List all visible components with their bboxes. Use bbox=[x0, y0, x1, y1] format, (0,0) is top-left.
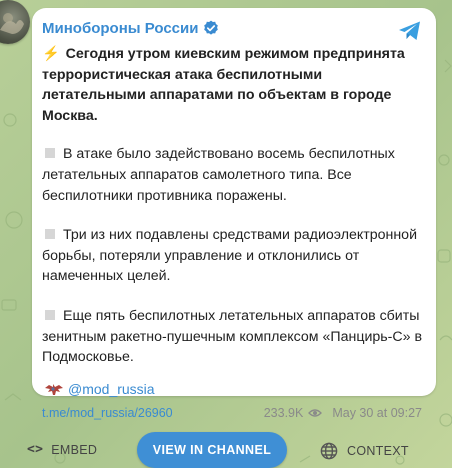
view-in-channel-label: VIEW IN CHANNEL bbox=[152, 443, 272, 457]
message-bubble: Минобороны России ⚡ Сегодня утром киевски… bbox=[32, 8, 436, 420]
message-text: ⚡ Сегодня утром киевским режимом предприн… bbox=[42, 44, 422, 368]
square-bullet-icon bbox=[45, 229, 55, 240]
context-label: CONTEXT bbox=[347, 444, 409, 458]
square-bullet-icon bbox=[45, 309, 55, 320]
embed-label: EMBED bbox=[51, 442, 98, 457]
paragraph-4: Еще пять беспилотных летательных аппарат… bbox=[42, 307, 422, 366]
signature: @mod_russia bbox=[42, 381, 422, 397]
globe-icon bbox=[320, 442, 338, 460]
telegram-icon[interactable] bbox=[398, 20, 422, 42]
paragraph-2: В атаке было задействовано восемь беспил… bbox=[42, 146, 395, 204]
eye-icon bbox=[308, 409, 323, 417]
verified-icon bbox=[204, 20, 219, 35]
view-in-channel-button[interactable]: VIEW IN CHANNEL bbox=[137, 432, 287, 468]
action-bar: <> EMBED VIEW IN CHANNEL CONTEXT bbox=[0, 418, 452, 468]
code-brackets-icon: <> bbox=[27, 442, 44, 457]
eagle-emblem-icon bbox=[45, 383, 63, 395]
context-button[interactable]: CONTEXT bbox=[320, 442, 409, 460]
embed-button[interactable]: <> EMBED bbox=[27, 442, 97, 457]
lightning-icon: ⚡ bbox=[42, 46, 60, 62]
paragraph-1: ⚡ Сегодня утром киевским режимом предприн… bbox=[42, 46, 405, 124]
paragraph-3: Три из них подавлены средствами радиоэле… bbox=[42, 227, 417, 285]
channel-mention-link[interactable]: @mod_russia bbox=[68, 381, 155, 397]
channel-name[interactable]: Минобороны России bbox=[42, 20, 198, 37]
square-bullet-icon bbox=[45, 148, 55, 159]
